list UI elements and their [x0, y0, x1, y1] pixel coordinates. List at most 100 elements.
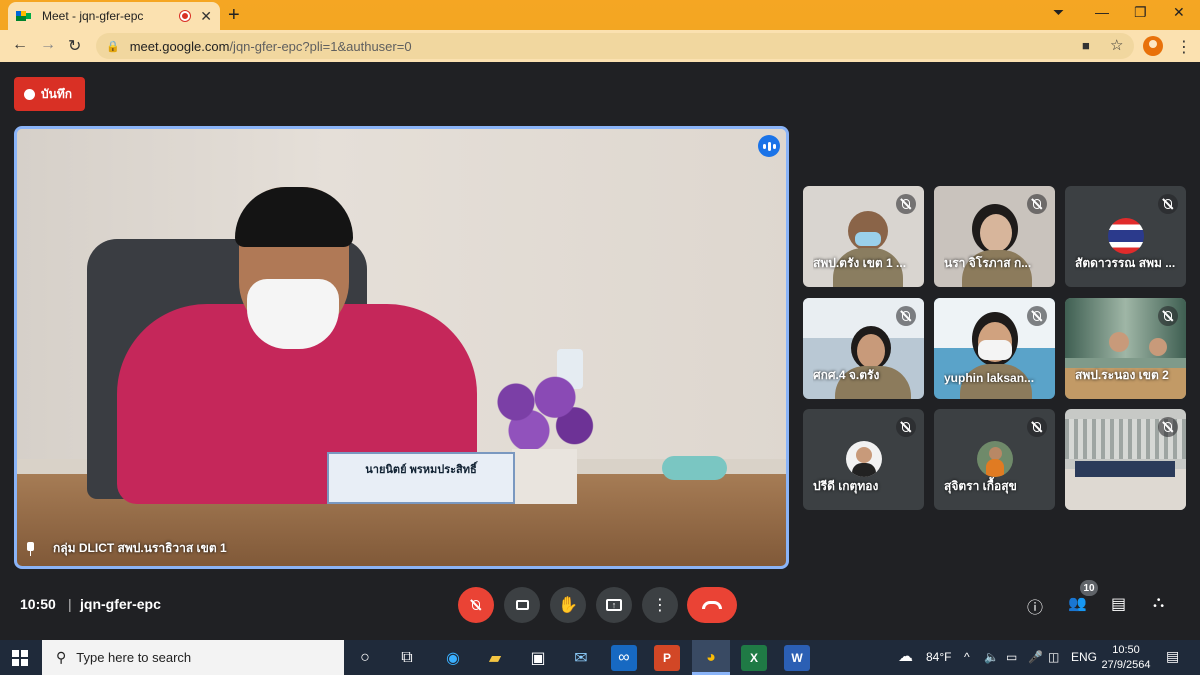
meeting-code: jqn-gfer-epc [80, 596, 161, 612]
present-screen-button[interactable]: ↑ [596, 587, 632, 623]
participant-name: ปรีดี เกตุทอง [813, 479, 879, 493]
activities-icon[interactable]: ⛬ [1153, 594, 1164, 612]
participant-name: นรา จิโรภาส ก... [944, 256, 1032, 270]
address-bar[interactable]: 🔒 meet.google.com/jqn-gfer-epc?pli=1&aut… [96, 33, 1134, 59]
participant-tile[interactable]: สุจิตรา เกื้อสุข [934, 409, 1055, 510]
store-icon[interactable]: ▣ [525, 645, 551, 671]
meeting-clock: 10:50 [20, 596, 56, 612]
participant-tile[interactable]: ศกศ.4 จ.ตรัง [803, 298, 924, 399]
window-close-button[interactable]: ✕ [1173, 4, 1185, 21]
participant-count-badge: 10 [1080, 580, 1098, 596]
weather-icon[interactable]: ☁ [898, 647, 913, 665]
more-vert-icon: ⋮ [652, 597, 668, 614]
participant-name: yuphin laksan... [944, 371, 1035, 385]
participant-tile[interactable]: สพป.ระนอง เขต 2 [1065, 298, 1186, 399]
participant-avatar [846, 441, 882, 477]
recording-indicator-icon [180, 11, 191, 21]
participant-name: สพป.ตรัง เขต 1 ... [813, 256, 907, 270]
browser-tab-meet[interactable]: Meet - jqn-gfer-epc ✕ [8, 2, 220, 30]
main-speaker-label: กลุ่ม DLICT สพป.นราธิวาส เขต 1 [25, 539, 227, 558]
participant-avatar [977, 441, 1013, 477]
system-clock[interactable]: 10:50 27/9/2564 [1100, 643, 1152, 673]
chat-icon[interactable]: ▤ [1111, 594, 1126, 614]
record-dot-icon [24, 88, 35, 100]
tab-search-icon[interactable]: ⏷ [1053, 4, 1064, 21]
battery-icon[interactable]: ▭ [1006, 650, 1017, 664]
chrome-icon[interactable]: ◕ [698, 645, 724, 671]
input-language[interactable]: ENG [1071, 650, 1097, 664]
participant-name: สัตดาวรรณ สพม ... [1075, 256, 1176, 270]
bookmark-star-icon[interactable]: ☆ [1110, 36, 1123, 54]
participant-tile[interactable]: สัตดาวรรณ สพม ... [1065, 186, 1186, 287]
hang-up-icon [702, 601, 722, 609]
microphone-toggle-button[interactable] [458, 587, 494, 623]
record-label: บันทึก [41, 86, 72, 101]
notifications-icon[interactable]: ▤ [1166, 648, 1179, 665]
forward-button[interactable]: → [40, 36, 56, 54]
more-options-button[interactable]: ⋮ [642, 587, 678, 623]
system-time: 10:50 [1112, 644, 1140, 656]
people-icon[interactable]: 👥 [1068, 594, 1087, 612]
mail-icon[interactable]: ✉ [568, 645, 594, 671]
muted-mic-icon [1027, 417, 1047, 437]
participant-tile[interactable] [1065, 409, 1186, 510]
back-button[interactable]: ← [12, 36, 28, 54]
muted-mic-icon [896, 306, 916, 326]
meeting-details-icon[interactable]: ⓘ [1027, 594, 1043, 618]
record-button[interactable]: บันทึก [14, 77, 85, 111]
camera-toggle-button[interactable] [504, 587, 540, 623]
separator: | [68, 596, 72, 612]
pin-icon[interactable] [25, 541, 35, 556]
new-tab-button[interactable]: + [228, 4, 240, 27]
leave-call-button[interactable] [687, 587, 737, 623]
lock-icon: 🔒 [106, 40, 120, 53]
network-icon[interactable]: ◫ [1048, 650, 1059, 664]
browser-menu-icon[interactable]: ⋮ [1176, 37, 1192, 57]
participant-tile[interactable]: ปรีดี เกตุทอง [803, 409, 924, 510]
muted-mic-icon [896, 194, 916, 214]
file-explorer-icon[interactable]: ▰ [482, 645, 508, 671]
participant-tile[interactable]: yuphin laksan... [934, 298, 1055, 399]
muted-mic-icon [1027, 194, 1047, 214]
cortana-icon[interactable]: ○ [352, 645, 378, 671]
participant-tile[interactable]: นรา จิโรภาส ก... [934, 186, 1055, 287]
tray-mic-icon[interactable]: 🎤 [1028, 650, 1043, 664]
url-text: meet.google.com/jqn-gfer-epc?pli=1&authu… [129, 38, 412, 54]
participant-name: สพป.ระนอง เขต 2 [1075, 368, 1169, 382]
maximize-button[interactable]: ❐ [1134, 4, 1147, 21]
windows-start-icon[interactable] [12, 650, 28, 666]
video-nameplate: นายนิตย์ พรหมประสิทธิ์ [327, 452, 515, 504]
search-placeholder: Type here to search [76, 650, 192, 665]
taskbar-search-box[interactable]: ⚲ Type here to search [42, 640, 344, 675]
participant-tile[interactable]: สพป.ตรัง เขต 1 ... [803, 186, 924, 287]
system-date: 27/9/2564 [1101, 659, 1151, 671]
volume-icon[interactable]: 🔈 [984, 650, 999, 664]
main-speaker-name: กลุ่ม DLICT สพป.นราธิวาส เขต 1 [53, 541, 227, 555]
meeting-app-icon[interactable]: ∞ [611, 645, 637, 671]
close-tab-icon[interactable]: ✕ [200, 8, 212, 25]
raise-hand-button[interactable]: ✋ [550, 587, 586, 623]
browser-tab-strip: Meet - jqn-gfer-epc ✕ + ⏷ — ❐ ✕ [0, 0, 1200, 30]
participant-name: ศกศ.4 จ.ตรัง [813, 368, 880, 382]
word-icon[interactable]: W [784, 645, 810, 671]
weather-temperature[interactable]: 84°F [926, 650, 951, 664]
main-speaker-video[interactable]: นายนิตย์ พรหมประสิทธิ์ กลุ่ม DLICT สพป.น… [14, 126, 789, 569]
profile-avatar-icon[interactable] [1143, 36, 1163, 56]
minimize-button[interactable]: — [1095, 4, 1109, 20]
video-vase [512, 449, 577, 504]
video-dish [662, 456, 727, 480]
present-icon: ↑ [606, 599, 622, 611]
powerpoint-icon[interactable]: P [654, 645, 680, 671]
muted-mic-icon [896, 417, 916, 437]
video-speaker-mask [247, 279, 339, 349]
excel-icon[interactable]: X [741, 645, 767, 671]
reload-button[interactable]: ↻ [68, 36, 81, 56]
tab-title: Meet - jqn-gfer-epc [42, 9, 144, 23]
mic-off-icon [472, 600, 480, 610]
muted-mic-icon [1158, 306, 1178, 326]
camera-in-use-icon[interactable]: ■ [1082, 38, 1090, 53]
task-view-icon[interactable]: ⧉ [394, 645, 420, 671]
tray-overflow-icon[interactable]: ^ [964, 650, 970, 664]
muted-mic-icon [1158, 417, 1178, 437]
edge-icon[interactable]: ◉ [440, 645, 466, 671]
